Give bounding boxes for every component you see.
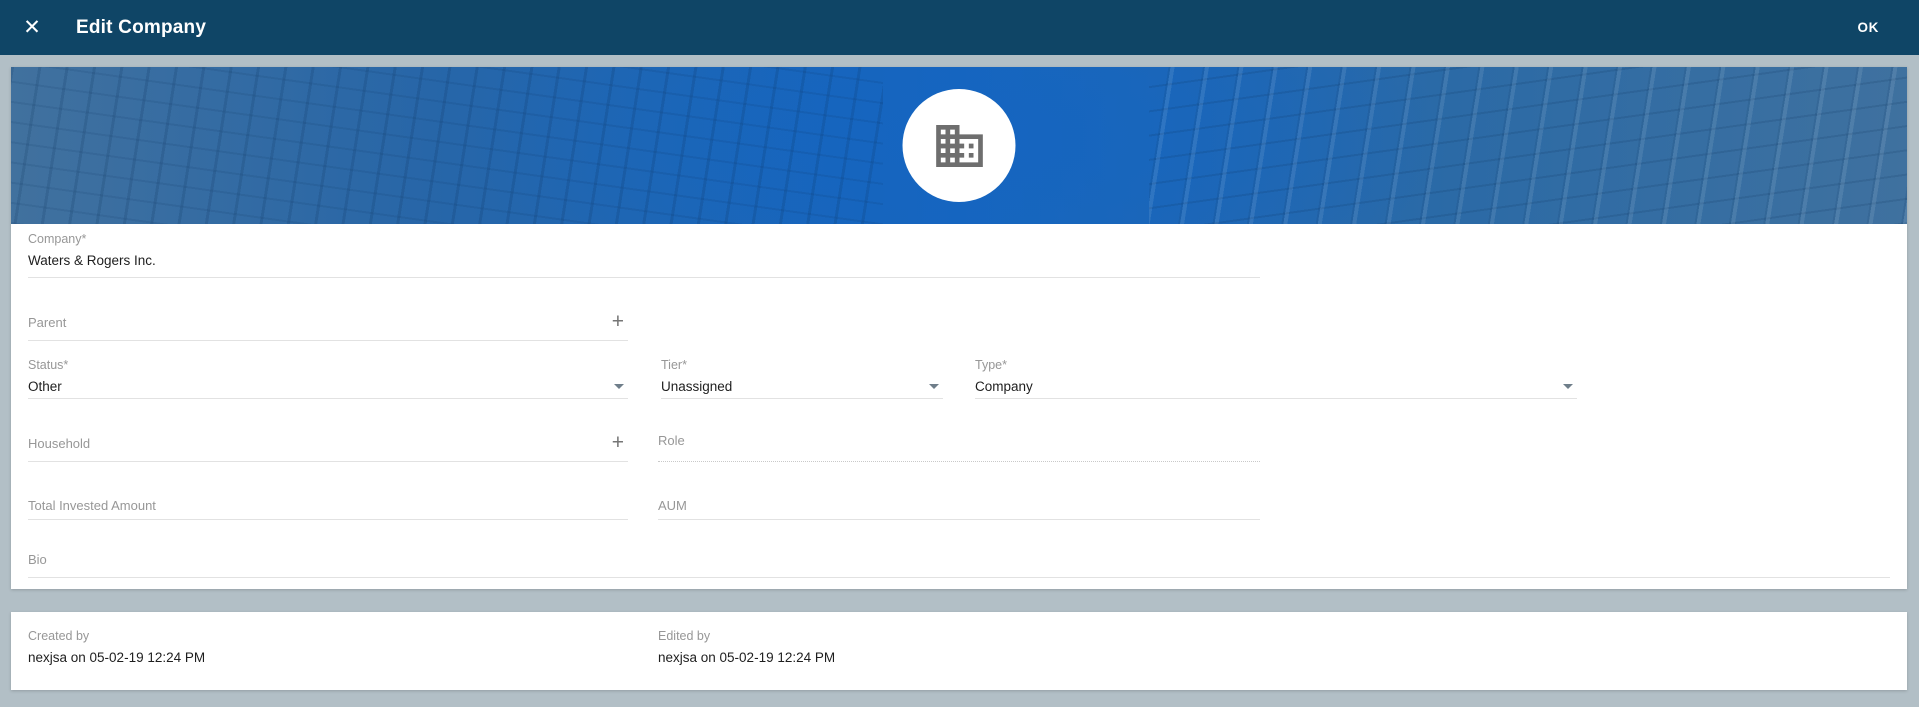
household-label: Household — [28, 436, 90, 451]
bio-label: Bio — [28, 552, 47, 567]
company-underline — [28, 277, 1260, 278]
parent-label: Parent — [28, 315, 66, 330]
tier-label: Tier* — [661, 358, 687, 372]
total-invested-field[interactable]: Total Invested Amount — [28, 498, 628, 520]
company-value[interactable]: Waters & Rogers Inc. — [28, 253, 156, 268]
company-field[interactable]: Company* Waters & Rogers Inc. — [28, 232, 1260, 278]
add-household-icon[interactable]: + — [612, 432, 624, 453]
type-underline — [975, 398, 1577, 399]
status-dropdown-arrow-icon[interactable] — [614, 384, 624, 389]
status-underline — [28, 398, 628, 399]
type-value[interactable]: Company — [975, 379, 1033, 394]
parent-field[interactable]: Parent + — [28, 315, 628, 341]
status-label: Status* — [28, 358, 68, 372]
status-value[interactable]: Other — [28, 379, 62, 394]
tier-value[interactable]: Unassigned — [661, 379, 732, 394]
created-by-label: Created by — [28, 629, 89, 643]
bio-field[interactable]: Bio — [28, 552, 1890, 578]
edited-by-label: Edited by — [658, 629, 710, 643]
tier-underline — [661, 398, 943, 399]
aum-label: AUM — [658, 498, 687, 513]
appbar: ✕ Edit Company OK — [0, 0, 1919, 55]
edited-by-value: nexjsa on 05-02-19 12:24 PM — [658, 650, 835, 665]
role-underline — [658, 461, 1260, 462]
role-field: Role — [658, 433, 1260, 462]
total-invested-underline — [28, 519, 628, 520]
company-building-icon — [931, 118, 987, 174]
household-underline — [28, 461, 628, 462]
type-label: Type* — [975, 358, 1007, 372]
role-label: Role — [658, 433, 685, 448]
page-title: Edit Company — [76, 17, 206, 39]
aum-field[interactable]: AUM — [658, 498, 1260, 520]
tier-dropdown-arrow-icon[interactable] — [929, 384, 939, 389]
add-parent-icon[interactable]: + — [612, 311, 624, 332]
household-field[interactable]: Household + — [28, 436, 628, 462]
ok-button[interactable]: OK — [1848, 12, 1889, 43]
edit-company-card: Company* Waters & Rogers Inc. Parent + S… — [11, 67, 1907, 589]
close-icon[interactable]: ✕ — [16, 12, 48, 44]
aum-underline — [658, 519, 1260, 520]
company-label: Company* — [28, 232, 86, 246]
company-avatar[interactable] — [903, 89, 1016, 202]
status-select[interactable]: Status* Other — [28, 358, 628, 399]
company-banner-image — [11, 67, 1907, 224]
audit-info-card: Created by nexjsa on 05-02-19 12:24 PM E… — [11, 612, 1907, 690]
tier-select[interactable]: Tier* Unassigned — [661, 358, 943, 399]
bio-underline — [28, 577, 1890, 578]
parent-underline — [28, 340, 628, 341]
type-dropdown-arrow-icon[interactable] — [1563, 384, 1573, 389]
total-invested-label: Total Invested Amount — [28, 498, 156, 513]
type-select[interactable]: Type* Company — [975, 358, 1577, 399]
created-by-value: nexjsa on 05-02-19 12:24 PM — [28, 650, 205, 665]
